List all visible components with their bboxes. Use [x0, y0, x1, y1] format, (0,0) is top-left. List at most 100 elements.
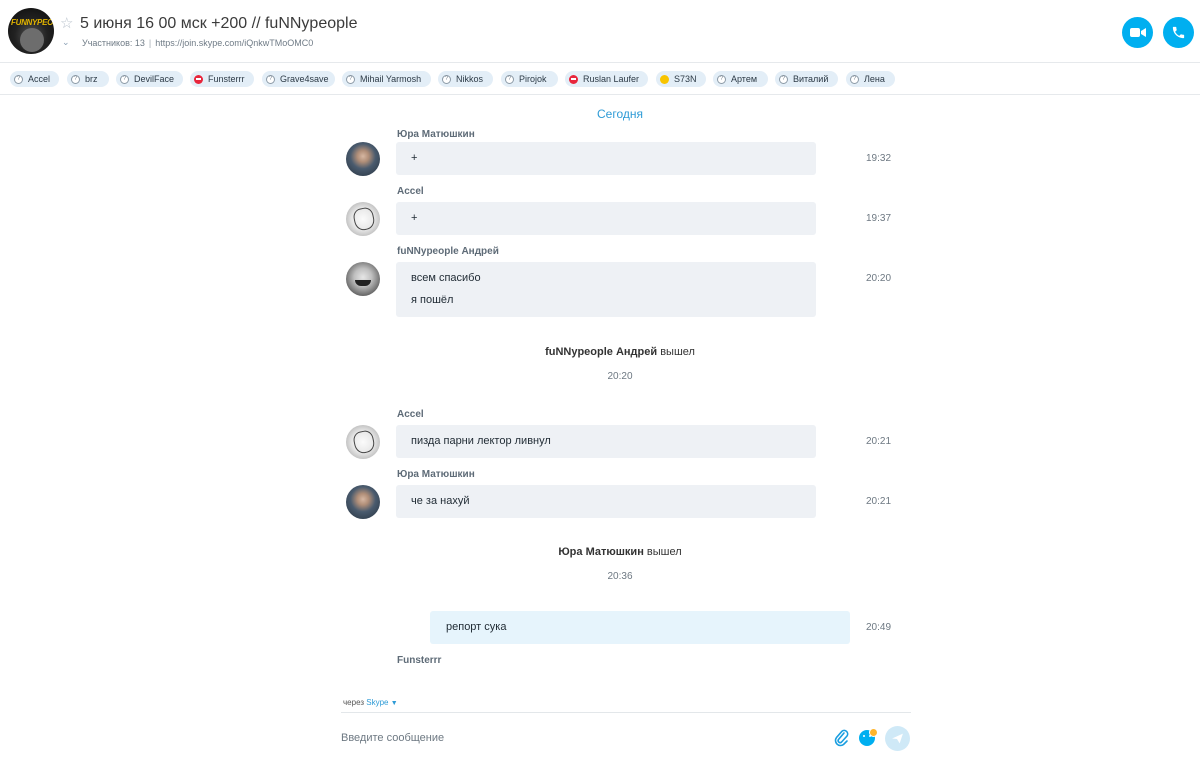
system-event-name: Юра Матюшкин — [558, 546, 644, 558]
participant-chip[interactable]: ? Nikkos — [438, 71, 493, 87]
message-sender[interactable]: Accel — [397, 186, 424, 197]
status-unknown-icon: ? — [266, 74, 275, 84]
group-avatar-face — [20, 28, 44, 52]
participants-count[interactable]: Участников: 13 — [82, 38, 145, 48]
status-unknown-icon: ? — [505, 74, 514, 84]
message-bubble[interactable]: че за нахуй — [396, 485, 816, 518]
message-text: я пошёл — [411, 294, 454, 306]
participant-name: Артем — [731, 74, 758, 84]
message-text: + — [411, 152, 418, 164]
avatar[interactable] — [346, 425, 380, 459]
message-bubble[interactable]: + — [396, 202, 816, 235]
participant-chip[interactable]: ? DevilFace — [116, 71, 183, 87]
conversation-title[interactable]: 5 июня 16 00 мск +200 // fuNNypeople — [80, 15, 357, 33]
status-unknown-icon: ? — [442, 74, 451, 84]
chevron-down-icon[interactable]: ⌄ — [62, 37, 70, 48]
send-button[interactable] — [885, 726, 910, 751]
participant-chip[interactable]: ? brz — [67, 71, 109, 87]
participant-name: DevilFace — [134, 74, 175, 84]
message-sender[interactable]: fuNNypeople Андрей — [397, 246, 499, 257]
message-bubble[interactable]: всем спасибо я пошёл — [396, 262, 816, 317]
avatar[interactable] — [346, 485, 380, 519]
conversation-subtitle: Участников: 13 | https://join.skype.com/iQ… — [82, 38, 313, 48]
typing-sender[interactable]: Funsterrr — [397, 655, 441, 666]
message-list[interactable]: Сегодня Юра Матюшкин + 19:32 Accel + 19:… — [0, 96, 1200, 696]
participant-name: Nikkos — [456, 74, 484, 84]
status-unknown-icon: ? — [120, 74, 129, 84]
system-event-action: вышел — [646, 546, 682, 558]
status-unknown-icon: ? — [779, 74, 788, 84]
group-avatar-logo: FUNNYPEOPLE — [11, 18, 54, 27]
system-event: Юра Матюшкин вышел — [0, 546, 1200, 558]
message-text: всем спасибо — [411, 272, 481, 284]
video-call-button[interactable] — [1122, 17, 1153, 48]
message-text: че за нахуй — [411, 495, 470, 507]
participant-chip[interactable]: ? Лена — [846, 71, 895, 87]
message-time: 20:49 — [866, 622, 892, 633]
outgoing-message-bubble[interactable]: репорт сука — [430, 611, 850, 644]
status-dnd-icon — [569, 74, 578, 84]
status-unknown-icon: ? — [346, 74, 355, 84]
favorite-star-icon[interactable]: ☆ — [60, 14, 73, 32]
participant-chip[interactable]: ? Grave4save — [262, 71, 335, 87]
participant-chip[interactable]: Funsterrr — [190, 71, 254, 87]
participant-name: Mihail Yarmosh — [360, 74, 422, 84]
group-avatar[interactable]: FUNNYPEOPLE — [8, 8, 54, 54]
conversation-header: FUNNYPEOPLE ☆ 5 июня 16 00 мск +200 // f… — [0, 0, 1200, 63]
message-bubble[interactable]: + — [396, 142, 816, 175]
participant-name: Funsterrr — [208, 74, 245, 84]
join-link[interactable]: https://join.skype.com/iQnkwTMoOMC0 — [155, 38, 313, 48]
status-dnd-icon — [194, 74, 203, 84]
participant-chip[interactable]: ? Mihail Yarmosh — [342, 71, 431, 87]
status-unknown-icon: ? — [850, 74, 859, 84]
participant-chip[interactable]: S73N — [656, 71, 706, 87]
phone-icon — [1172, 26, 1185, 39]
participant-chip[interactable]: ? Виталий — [775, 71, 838, 87]
participant-chip[interactable]: Ruslan Laufer — [565, 71, 648, 87]
avatar[interactable] — [346, 202, 380, 236]
message-sender[interactable]: Юра Матюшкин — [397, 129, 475, 140]
participant-chip[interactable]: ? Pirojok — [501, 71, 558, 87]
system-event-time: 20:20 — [607, 371, 633, 382]
system-event-action: вышел — [660, 346, 695, 358]
video-camera-icon — [1129, 28, 1146, 37]
status-away-icon — [660, 74, 669, 84]
caret-down-icon: ▼ — [390, 700, 398, 707]
audio-call-button[interactable] — [1163, 17, 1194, 48]
emoticon-icon[interactable] — [859, 728, 878, 746]
message-time: 20:20 — [866, 273, 892, 284]
day-separator: Сегодня — [597, 107, 643, 121]
status-unknown-icon: ? — [14, 74, 23, 84]
message-bubble[interactable]: пизда парни лектор ливнул — [396, 425, 816, 458]
participant-name: Виталий — [793, 74, 829, 84]
system-event: fuNNypeople Андрей вышел — [0, 346, 1200, 358]
send-via-label: через — [343, 698, 365, 707]
message-text: + — [411, 212, 418, 224]
composer-divider — [341, 712, 911, 713]
participants-bar: ? Accel ? brz ? DevilFace Funsterrr ? Grave4… — [0, 64, 1200, 95]
send-via-service: Skype — [366, 698, 389, 707]
avatar[interactable] — [346, 262, 380, 296]
avatar[interactable] — [346, 142, 380, 176]
message-sender[interactable]: Юра Матюшкин — [397, 469, 475, 480]
participant-chip[interactable]: ? Accel — [10, 71, 59, 87]
participant-name: S73N — [674, 74, 697, 84]
send-arrow-icon — [892, 733, 903, 744]
message-time: 20:21 — [866, 436, 892, 447]
status-unknown-icon: ? — [717, 74, 726, 84]
message-time: 19:37 — [866, 213, 892, 224]
participant-name: brz — [85, 74, 98, 84]
participant-name: Pirojok — [519, 74, 547, 84]
participant-name: Accel — [28, 74, 51, 84]
message-text: пизда парни лектор ливнул — [411, 435, 551, 447]
composer: через Skype ▼ — [0, 696, 1200, 761]
status-unknown-icon: ? — [71, 74, 80, 84]
participant-chip[interactable]: ? Артем — [713, 71, 768, 87]
message-time: 20:21 — [866, 496, 892, 507]
message-sender[interactable]: Accel — [397, 409, 424, 420]
paperclip-icon[interactable] — [833, 729, 849, 747]
message-time: 19:32 — [866, 153, 892, 164]
subtitle-separator: | — [148, 38, 152, 48]
message-input[interactable] — [341, 726, 821, 750]
send-via[interactable]: через Skype ▼ — [343, 698, 398, 707]
